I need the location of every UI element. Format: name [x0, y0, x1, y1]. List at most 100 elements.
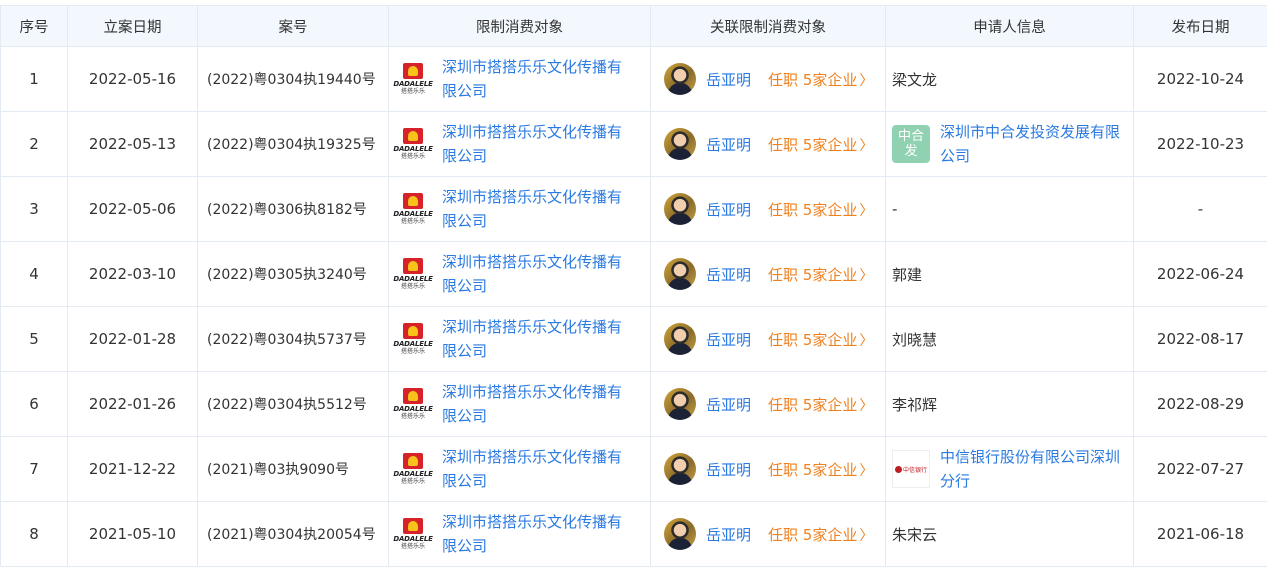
filed-date: 2022-05-13 [68, 112, 198, 177]
restricted-party-cell: DADALELE 搭搭乐乐 深圳市搭搭乐乐文化传播有限公司 [389, 307, 651, 372]
chevron-right-icon: 〉 [859, 333, 873, 349]
related-person-link[interactable]: 岳亚明 [706, 69, 751, 90]
logo-sub-text: 搭搭乐乐 [401, 283, 425, 290]
applicant-company-link[interactable]: 深圳市中合发投资发展有限公司 [940, 120, 1120, 168]
restricted-party-cell: DADALELE 搭搭乐乐 深圳市搭搭乐乐文化传播有限公司 [389, 47, 651, 112]
restricted-company-link[interactable]: 深圳市搭搭乐乐文化传播有限公司 [442, 315, 622, 363]
header-index: 序号 [1, 6, 68, 47]
restricted-party-cell: DADALELE 搭搭乐乐 深圳市搭搭乐乐文化传播有限公司 [389, 112, 651, 177]
restriction-table: 序号 立案日期 案号 限制消费对象 关联限制消费对象 申请人信息 发布日期 1 … [0, 5, 1267, 567]
related-person-link[interactable]: 岳亚明 [706, 264, 751, 285]
related-person-link[interactable]: 岳亚明 [706, 394, 751, 415]
row-index: 1 [1, 47, 68, 112]
person-avatar[interactable] [664, 453, 696, 485]
case-number: (2021)粤0304执20054号 [198, 502, 389, 567]
person-avatar[interactable] [664, 193, 696, 225]
tenure-link[interactable]: 任职 5家企业〉 [768, 134, 873, 155]
case-number: (2022)粤0304执19325号 [198, 112, 389, 177]
company-logo[interactable]: DADALELE 搭搭乐乐 [395, 319, 431, 359]
applicant-name: 梁文龙 [892, 71, 937, 89]
applicant-name: 李祁辉 [892, 396, 937, 414]
applicant-name: 朱宋云 [892, 526, 937, 544]
row-index: 5 [1, 307, 68, 372]
tenure-link[interactable]: 任职 5家企业〉 [768, 329, 873, 350]
applicant-logo-badge[interactable]: 中合发 [892, 125, 930, 163]
tenure-link[interactable]: 任职 5家企业〉 [768, 69, 873, 90]
person-avatar[interactable] [664, 388, 696, 420]
chevron-right-icon: 〉 [859, 398, 873, 414]
row-index: 2 [1, 112, 68, 177]
restricted-company-link[interactable]: 深圳市搭搭乐乐文化传播有限公司 [442, 445, 622, 493]
filed-date: 2021-12-22 [68, 437, 198, 502]
filed-date: 2022-05-16 [68, 47, 198, 112]
restricted-company-link[interactable]: 深圳市搭搭乐乐文化传播有限公司 [442, 380, 622, 428]
related-person-link[interactable]: 岳亚明 [706, 459, 751, 480]
related-party-cell: 岳亚明 任职 5家企业〉 [651, 242, 886, 307]
published-date: 2022-10-23 [1134, 112, 1267, 177]
person-avatar[interactable] [664, 258, 696, 290]
company-logo[interactable]: DADALELE 搭搭乐乐 [395, 189, 431, 229]
restricted-company-link[interactable]: 深圳市搭搭乐乐文化传播有限公司 [442, 250, 622, 298]
logo-brand-text: DADALELE [393, 406, 432, 413]
applicant-cell: 刘晓慧 [886, 307, 1134, 372]
chevron-right-icon: 〉 [859, 463, 873, 479]
company-logo[interactable]: DADALELE 搭搭乐乐 [395, 514, 431, 554]
tenure-link[interactable]: 任职 5家企业〉 [768, 524, 873, 545]
table-row: 3 2022-05-06 (2022)粤0306执8182号 DADALELE … [1, 177, 1267, 242]
applicant-name: 刘晓慧 [892, 331, 937, 349]
applicant-cell: 中合发深圳市中合发投资发展有限公司 [886, 112, 1134, 177]
applicant-cell: 梁文龙 [886, 47, 1134, 112]
restricted-company-link[interactable]: 深圳市搭搭乐乐文化传播有限公司 [442, 510, 622, 558]
company-logo[interactable]: DADALELE 搭搭乐乐 [395, 59, 431, 99]
table-row: 7 2021-12-22 (2021)粤03执9090号 DADALELE 搭搭… [1, 437, 1267, 502]
restricted-company-link[interactable]: 深圳市搭搭乐乐文化传播有限公司 [442, 185, 622, 233]
header-filed-date: 立案日期 [68, 6, 198, 47]
tenure-link[interactable]: 任职 5家企业〉 [768, 199, 873, 220]
related-person-link[interactable]: 岳亚明 [706, 329, 751, 350]
table-row: 8 2021-05-10 (2021)粤0304执20054号 DADALELE… [1, 502, 1267, 567]
tenure-link[interactable]: 任职 5家企业〉 [768, 264, 873, 285]
row-index: 7 [1, 437, 68, 502]
figure-icon [403, 453, 423, 469]
related-party-cell: 岳亚明 任职 5家企业〉 [651, 112, 886, 177]
related-person-link[interactable]: 岳亚明 [706, 199, 751, 220]
restricted-party-cell: DADALELE 搭搭乐乐 深圳市搭搭乐乐文化传播有限公司 [389, 372, 651, 437]
published-date: 2022-10-24 [1134, 47, 1267, 112]
header-published-date: 发布日期 [1134, 6, 1267, 47]
person-avatar[interactable] [664, 518, 696, 550]
company-logo[interactable]: DADALELE 搭搭乐乐 [395, 384, 431, 424]
row-index: 3 [1, 177, 68, 242]
logo-sub-text: 搭搭乐乐 [401, 88, 425, 95]
company-logo[interactable]: DADALELE 搭搭乐乐 [395, 254, 431, 294]
related-party-cell: 岳亚明 任职 5家企业〉 [651, 437, 886, 502]
published-date: 2022-08-17 [1134, 307, 1267, 372]
person-avatar[interactable] [664, 323, 696, 355]
tenure-link[interactable]: 任职 5家企业〉 [768, 459, 873, 480]
tenure-link[interactable]: 任职 5家企业〉 [768, 394, 873, 415]
applicant-cell: 朱宋云 [886, 502, 1134, 567]
case-number: (2022)粤0304执5737号 [198, 307, 389, 372]
person-avatar[interactable] [664, 128, 696, 160]
bank-mark-icon [895, 466, 902, 473]
figure-icon [403, 518, 423, 534]
company-logo[interactable]: DADALELE 搭搭乐乐 [395, 124, 431, 164]
restricted-company-link[interactable]: 深圳市搭搭乐乐文化传播有限公司 [442, 120, 622, 168]
company-logo[interactable]: DADALELE 搭搭乐乐 [395, 449, 431, 489]
published-date: 2021-06-18 [1134, 502, 1267, 567]
logo-brand-text: DADALELE [393, 471, 432, 478]
logo-sub-text: 搭搭乐乐 [401, 543, 425, 550]
related-person-link[interactable]: 岳亚明 [706, 134, 751, 155]
chevron-right-icon: 〉 [859, 268, 873, 284]
applicant-company-link[interactable]: 中信银行股份有限公司深圳分行 [940, 445, 1120, 493]
restricted-company-link[interactable]: 深圳市搭搭乐乐文化传播有限公司 [442, 55, 622, 103]
published-date: 2022-07-27 [1134, 437, 1267, 502]
table-row: 2 2022-05-13 (2022)粤0304执19325号 DADALELE… [1, 112, 1267, 177]
logo-sub-text: 搭搭乐乐 [401, 348, 425, 355]
related-person-link[interactable]: 岳亚明 [706, 524, 751, 545]
published-date: - [1134, 177, 1267, 242]
related-party-cell: 岳亚明 任职 5家企业〉 [651, 307, 886, 372]
citic-bank-logo[interactable]: 中信银行 [892, 450, 930, 488]
header-restricted-party: 限制消费对象 [389, 6, 651, 47]
person-avatar[interactable] [664, 63, 696, 95]
header-case-no: 案号 [198, 6, 389, 47]
